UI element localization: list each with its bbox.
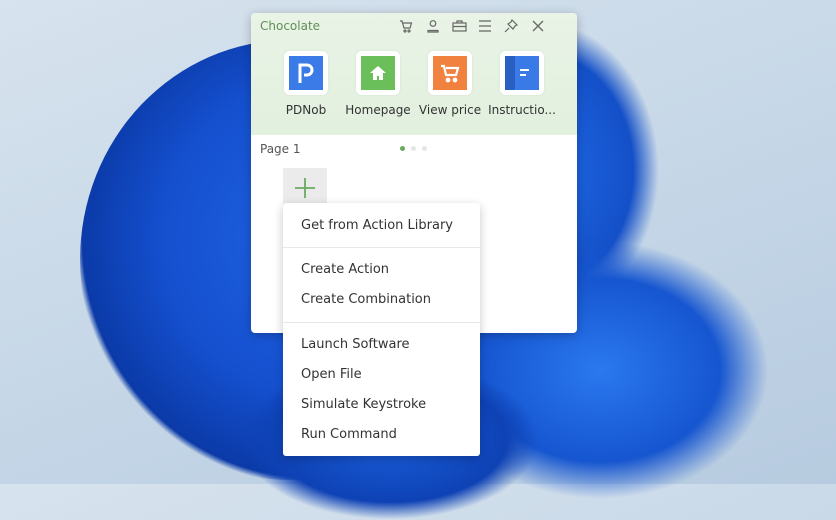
menu-item-launch-software[interactable]: Launch Software [283, 332, 480, 358]
menu-item-create-combination[interactable]: Create Combination [283, 287, 480, 313]
app-view-price[interactable]: View price [412, 51, 488, 117]
book-icon [505, 56, 539, 90]
menu-item-get-from-action-library[interactable]: Get from Action Library [283, 213, 480, 239]
app-pdnob[interactable]: PDNob [268, 51, 344, 117]
app-label: Instructio... [488, 103, 556, 117]
add-action-button[interactable] [283, 168, 327, 208]
page-dot[interactable] [422, 146, 427, 151]
menu-icon[interactable] [476, 17, 494, 35]
app-label: PDNob [285, 103, 327, 117]
app-label: View price [418, 103, 482, 117]
cart-icon[interactable] [397, 17, 415, 35]
page-dot[interactable] [411, 146, 416, 151]
window-title: Chocolate [260, 19, 321, 33]
menu-item-open-file[interactable]: Open File [283, 362, 480, 388]
menu-item-simulate-keystroke[interactable]: Simulate Keystroke [283, 392, 480, 418]
plus-icon [295, 178, 315, 198]
toolbox-icon[interactable] [450, 17, 468, 35]
shopping-cart-icon [433, 56, 467, 90]
pin-icon[interactable] [502, 17, 520, 35]
app-homepage[interactable]: Homepage [340, 51, 416, 117]
menu-separator [283, 322, 480, 323]
menu-item-run-command[interactable]: Run Command [283, 422, 480, 448]
app-instructions[interactable]: Instructio... [484, 51, 560, 117]
home-icon [361, 56, 395, 90]
menu-item-create-action[interactable]: Create Action [283, 257, 480, 283]
close-icon[interactable] [529, 17, 547, 35]
page-dot-active[interactable] [400, 146, 405, 151]
pdnob-icon [289, 56, 323, 90]
menu-separator [283, 247, 480, 248]
user-icon[interactable] [424, 17, 442, 35]
page-label: Page 1 [260, 142, 301, 156]
app-label: Homepage [345, 103, 411, 117]
add-action-menu: Get from Action Library Create Action Cr… [283, 203, 480, 456]
